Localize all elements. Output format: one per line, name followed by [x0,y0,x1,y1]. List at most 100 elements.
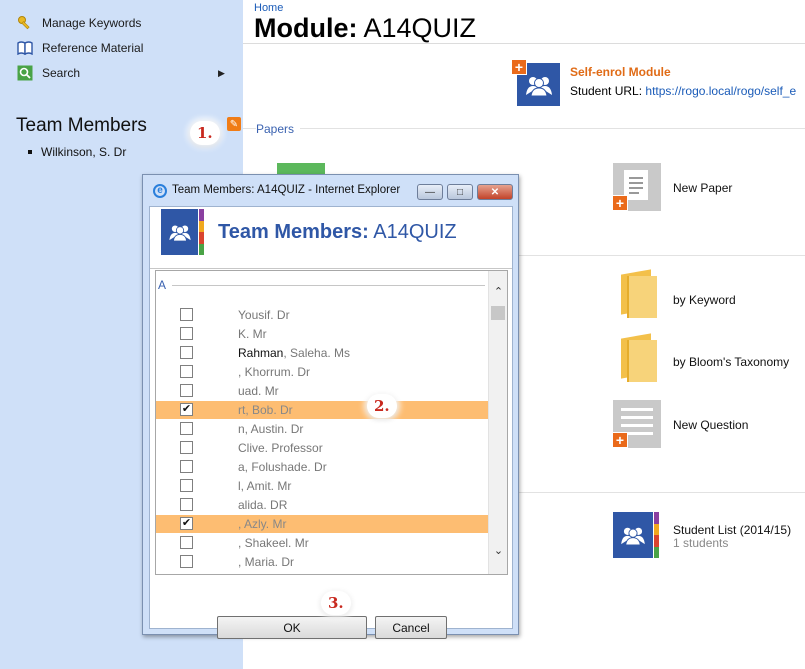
sidebar-item-label: Manage Keywords [42,16,142,30]
member-checkbox[interactable]: ✔ [180,517,193,530]
member-name: Rahman, Saleha. Ms [238,346,350,360]
member-row[interactable]: n, Austin. Dr [156,420,489,438]
team-members-title: Team Members [16,115,147,136]
new-question-link[interactable]: New Question [673,418,748,432]
sidebar-item-reference-material[interactable]: Reference Material [16,38,143,58]
book-icon [16,40,34,56]
ok-button[interactable]: OK [217,616,367,639]
edit-pencil-icon[interactable]: ✎ [227,117,241,131]
member-name: , Shakeel. Mr [238,536,309,550]
member-name-text: Yousif. Dr [238,308,290,322]
member-name: l, Amit. Mr [238,479,291,493]
scroll-up-icon[interactable]: ⌃ [492,286,505,299]
member-name: , Azly. Mr [238,517,286,531]
dialog-heading-value: A14QUIZ [373,221,457,243]
dialog-header: Team Members: A14QUIZ [150,207,512,269]
sidebar-item-search[interactable]: Search [16,63,80,83]
maximize-button[interactable]: □ [447,184,473,200]
dialog-body: Team Members: A14QUIZ A Yousif. Dr K. Mr R… [149,206,513,639]
member-checkbox[interactable]: ✔ [180,403,193,416]
member-row[interactable]: , Maria. Dr [156,553,489,571]
dialog-heading: Team Members: A14QUIZ [218,221,457,244]
student-list-icon[interactable] [613,512,659,558]
member-checkbox[interactable] [180,365,193,378]
member-checkbox[interactable] [180,536,193,549]
cancel-button[interactable]: Cancel [375,616,447,639]
folder-icon[interactable] [621,333,657,382]
page-title-value: A14QUIZ [363,13,477,43]
member-row[interactable]: a, Folushade. Dr [156,458,489,476]
member-row[interactable]: , Khorrum. Dr [156,363,489,381]
member-row[interactable]: Rahman, Saleha. Ms [156,344,489,362]
member-checkbox[interactable] [180,327,193,340]
member-name-text: K. Mr [238,327,267,341]
member-row[interactable]: l, Amit. Mr [156,477,489,495]
member-row[interactable]: ✔ rt, Bob. Dr [156,401,489,419]
member-row[interactable]: ✔ , Azly. Mr [156,515,489,533]
member-checkbox[interactable] [180,555,193,568]
member-row[interactable]: K. Mr [156,325,489,343]
chevron-right-icon[interactable]: ▶ [218,68,225,79]
dialog-window-title: Team Members: A14QUIZ - Internet Explore… [172,184,401,196]
close-button[interactable]: ✕ [477,184,513,200]
member-name: Clive. Professor [238,441,323,455]
sidebar-item-label: Reference Material [42,41,144,55]
page-title-label: Module: [254,13,358,43]
member-checkbox[interactable] [180,441,193,454]
member-checkbox[interactable] [180,498,193,511]
student-count: 1 students [673,536,729,550]
scroll-down-icon[interactable]: ⌄ [492,545,505,558]
member-list[interactable]: A Yousif. Dr K. Mr Rahman, Saleha. Ms , Kho… [155,270,508,575]
dialog-heading-label: Team Members: [218,221,369,243]
member-row[interactable]: Yousif. Dr [156,306,489,324]
member-name-text: rt, Bob. Dr [238,403,293,417]
member-name: alida. DR [238,498,287,512]
member-row[interactable]: Clive. Professor [156,439,489,457]
student-list-link[interactable]: Student List (2014/15) [673,523,791,537]
member-checkbox[interactable] [180,422,193,435]
by-keyword-link[interactable]: by Keyword [673,293,736,307]
scrollbar-thumb[interactable] [491,306,505,320]
dialog-titlebar[interactable]: e Team Members: A14QUIZ - Internet Explo… [143,175,518,206]
divider [243,128,805,129]
folder-icon[interactable] [621,269,657,318]
member-row[interactable]: alida. DR [156,496,489,514]
by-blooms-link[interactable]: by Bloom's Taxonomy [673,355,789,369]
member-checkbox[interactable] [180,460,193,473]
member-name: , Maria. Dr [238,555,294,569]
member-name-text: Clive. Professor [238,441,323,455]
member-name-text: uad. Mr [238,384,279,398]
page-title: Module: A14QUIZ [254,13,476,44]
member-name: a, Folushade. Dr [238,460,327,474]
sidebar-item-label: Search [42,66,81,80]
scrollbar[interactable]: ⌃ ⌄ [488,271,507,574]
student-url-label: Student URL: [570,84,643,98]
new-paper-link[interactable]: New Paper [673,181,732,195]
member-row[interactable]: uad. Mr [156,382,489,400]
plus-icon: + [612,195,628,211]
member-row[interactable]: , Shakeel. Mr [156,534,489,552]
member-name-text: a, Folushade. Dr [238,460,327,474]
internet-explorer-icon: e [153,184,167,198]
plus-icon: + [612,432,628,448]
member-name: , Khorrum. Dr [238,365,310,379]
team-member-item: Wilkinson, S. Dr [28,145,126,159]
member-checkbox[interactable] [180,479,193,492]
section-papers-label: Papers [256,122,301,136]
student-url-link[interactable]: https://rogo.local/rogo/self_e [645,84,796,98]
step-marker-3: 3. [321,591,351,615]
member-surname: Rahman [238,346,284,360]
member-name-text: , Khorrum. Dr [238,365,311,379]
step-marker-1: 1. [190,121,220,145]
sidebar-item-manage-keywords[interactable]: Manage Keywords [16,13,141,33]
member-checkbox[interactable] [180,308,193,321]
member-checkbox[interactable] [180,346,193,359]
member-checkbox[interactable] [180,384,193,397]
search-icon [16,65,34,81]
minimize-button[interactable]: — [417,184,443,200]
self-enrol-link[interactable]: Self-enrol Module [570,65,671,79]
step-marker-2: 2. [367,394,397,418]
member-name: uad. Mr [238,384,279,398]
member-name-text: l, Amit. Mr [238,479,292,493]
member-name: Yousif. Dr [238,308,290,322]
